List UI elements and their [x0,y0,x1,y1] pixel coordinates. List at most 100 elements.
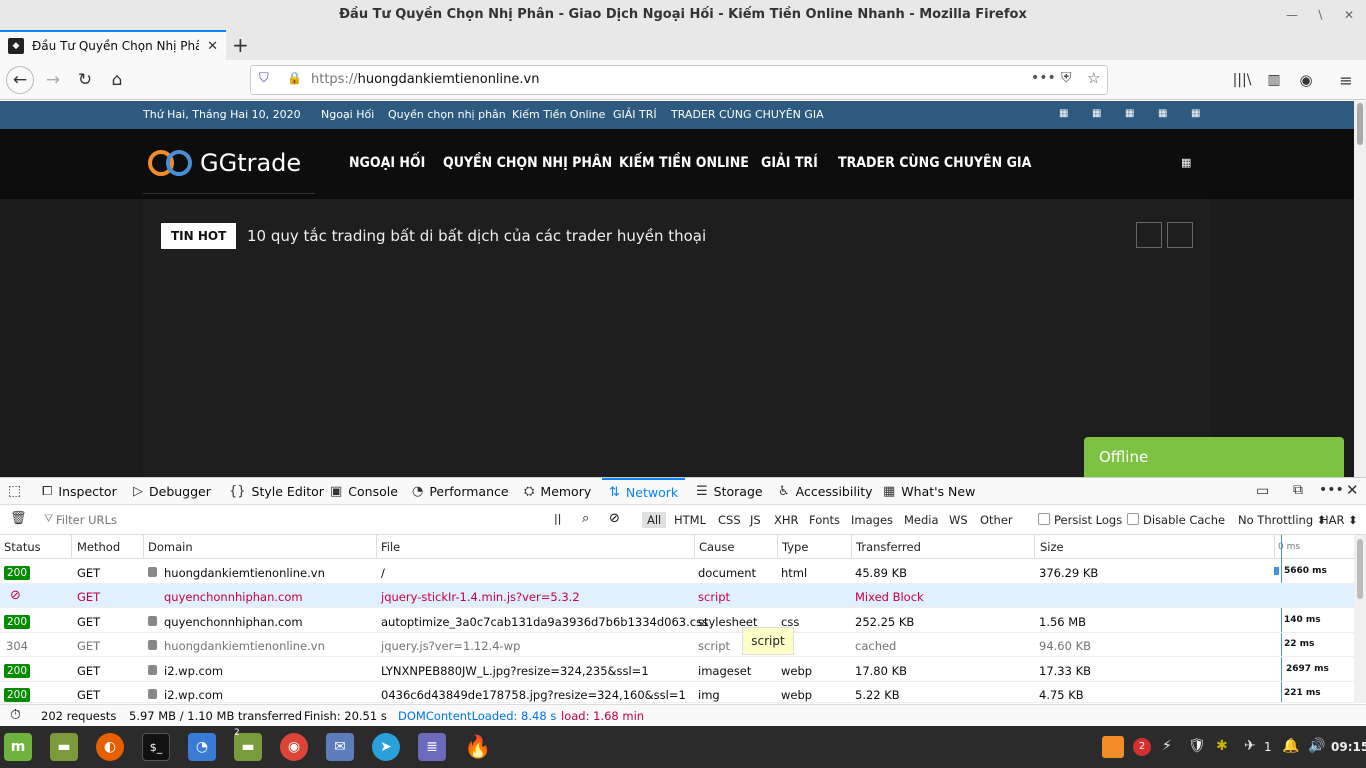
persist-logs-checkbox[interactable] [1038,513,1050,525]
tab-network[interactable]: ⇅ Network [602,478,686,505]
library-icon[interactable]: |||\ [1228,66,1256,94]
table-row[interactable]: 200 GET i2.wp.com 0436c6d43849de178758.j… [0,682,1354,703]
table-row[interactable]: 200 GET quyenchonnhiphan.com autoptimize… [0,609,1354,634]
page-actions-icon[interactable]: ••• [1031,70,1056,86]
text-editor-icon[interactable]: ≣ [418,733,446,761]
feed-reader-icon[interactable]: ◔ [188,733,216,761]
har-menu[interactable]: HAR ⬍ [1320,513,1358,527]
social-icon[interactable]: ▦ [1059,108,1068,119]
social-icon[interactable]: ▦ [1125,108,1134,119]
main-nav-item[interactable]: QUYỀN CHỌN NHỊ PHÂN [443,155,612,171]
social-icon[interactable]: ▦ [1191,108,1200,119]
close-devtools-icon[interactable]: ✕ [1346,481,1359,499]
bell-tray-icon[interactable]: 🔔 [1282,738,1299,754]
dock-icon[interactable]: ⧉ [1293,482,1303,498]
table-row[interactable]: ⊘ GET quyenchonnhiphan.com jquery-stickI… [0,584,1354,609]
responsive-design-icon[interactable]: ▭ [1256,483,1269,499]
element-picker-icon[interactable]: ⬚ [8,483,21,499]
throttling-select[interactable]: No Throttling ⬍ [1238,513,1326,527]
tab-whats-new[interactable]: ▦ What's New [883,478,975,505]
telegram-icon[interactable]: ➤ [372,733,400,761]
col-domain[interactable]: Domain [148,540,193,554]
col-status[interactable]: Status [4,540,41,554]
prev-news-button[interactable] [1136,222,1162,248]
tab-inspector[interactable]: ⧠ Inspector [42,478,117,505]
reload-icon[interactable]: ↻ [71,66,99,94]
home-icon[interactable]: ⌂ [103,66,131,94]
page-scrollbar[interactable] [1354,101,1366,477]
restore-icon[interactable]: ∖ [1316,0,1324,30]
filter-other[interactable]: Other [980,513,1013,527]
sidebar-icon[interactable]: ▥ [1260,66,1288,94]
tab-performance[interactable]: ◔ Performance [412,478,509,505]
account-icon[interactable]: ◉ [1292,66,1320,94]
top-link[interactable]: TRADER CÙNG CHUYÊN GIA [671,108,824,121]
terminal-icon[interactable]: $_ [142,733,170,761]
tray-grid-icon[interactable]: ✱ [1216,738,1228,754]
pause-icon[interactable]: || [554,512,561,525]
app-flame-icon[interactable]: 🔥 [464,733,492,761]
table-row[interactable]: 200 GET huongdankiemtienonline.vn / docu… [0,560,1354,585]
hot-news-headline[interactable]: 10 quy tắc trading bất di bất dịch của c… [247,227,706,245]
social-icon[interactable]: ▦ [1158,108,1167,119]
notification-badge[interactable]: 2 [1133,738,1151,756]
table-row[interactable]: 304 GET huongdankiemtienonline.vn jquery… [0,633,1354,658]
filter-media[interactable]: Media [904,513,939,527]
col-file[interactable]: File [381,540,400,554]
search-icon[interactable]: ⌕ [582,511,589,526]
tab-memory[interactable]: ⛭ Memory [524,478,591,505]
lock-icon[interactable]: 🔒 [287,71,302,85]
filter-css[interactable]: CSS [718,513,741,527]
tab-close-icon[interactable]: ✕ [207,39,218,54]
files-icon[interactable]: ▬ [50,733,78,761]
back-icon[interactable]: ← [6,66,34,94]
mail-icon[interactable]: ✉ [326,733,354,761]
main-nav-item[interactable]: GIẢI TRÍ [761,155,818,171]
filter-all[interactable]: All [642,512,667,528]
main-nav-item[interactable]: TRADER CÙNG CHUYÊN GIA [838,155,1031,171]
new-tab-icon[interactable]: + [232,33,249,57]
bluetooth-tray-icon[interactable]: ✈ [1244,738,1256,754]
col-method[interactable]: Method [77,540,120,554]
tab-accessibility[interactable]: ♿ Accessibility [778,478,873,505]
url-bar[interactable]: ⛉ 🔒 https://huongdankiemtienonline.vn ••… [250,65,1108,95]
menu-icon[interactable]: ≡ [1332,66,1360,94]
devtools-menu-icon[interactable]: ••• [1319,482,1344,498]
tab-console[interactable]: ▣ Console [330,478,398,505]
filter-fonts[interactable]: Fonts [809,513,840,527]
tracking-shield-icon[interactable]: ⛉ [259,71,269,86]
volume-tray-icon[interactable]: 🔊 [1308,738,1325,754]
tab-storage[interactable]: ☰ Storage [696,478,763,505]
social-icon[interactable]: ▦ [1092,108,1101,119]
filter-ws[interactable]: WS [949,513,968,527]
shield-tray-icon[interactable]: 🛡 [1188,738,1206,754]
next-news-button[interactable] [1167,222,1193,248]
table-row[interactable]: 200 GET i2.wp.com LYNXNPEB880JW_L.jpg?re… [0,658,1354,683]
col-size[interactable]: Size [1040,540,1064,554]
browser-tab[interactable]: ◆ Đầu Tư Quyền Chọn Nhị Phâ ✕ [0,30,226,60]
firefox-icon[interactable]: ◐ [96,733,124,761]
block-icon[interactable]: ⊘ [609,511,620,526]
main-nav-item[interactable]: KIẾM TIỀN ONLINE [619,155,749,171]
network-tray-icon[interactable]: ⚡ [1162,738,1172,754]
top-link[interactable]: GIẢI TRÍ [613,108,657,121]
disable-cache-checkbox[interactable] [1127,513,1139,525]
search-icon[interactable]: ▦ [1181,156,1191,169]
close-window-icon[interactable]: ✕ [1344,0,1354,30]
col-cause[interactable]: Cause [699,540,734,554]
chat-widget[interactable]: Offline [1084,437,1344,477]
filter-xhr[interactable]: XHR [774,513,799,527]
top-link[interactable]: Ngoại Hối [321,108,374,121]
top-link[interactable]: Kiếm Tiền Online [512,108,605,121]
minimize-icon[interactable]: — [1286,0,1298,30]
chrome-icon[interactable]: ◉ [280,733,308,761]
site-logo[interactable]: GGtrade [146,143,301,183]
tray-app-icon[interactable] [1102,736,1124,758]
col-type[interactable]: Type [782,540,808,554]
trash-icon[interactable]: 🗑 [10,511,27,526]
tab-style-editor[interactable]: {} Style Editor [229,478,324,505]
forward-icon[interactable]: → [39,66,67,94]
col-transferred[interactable]: Transferred [856,540,921,554]
tab-debugger[interactable]: ▷ Debugger [133,478,211,505]
filter-js[interactable]: JS [750,513,761,527]
